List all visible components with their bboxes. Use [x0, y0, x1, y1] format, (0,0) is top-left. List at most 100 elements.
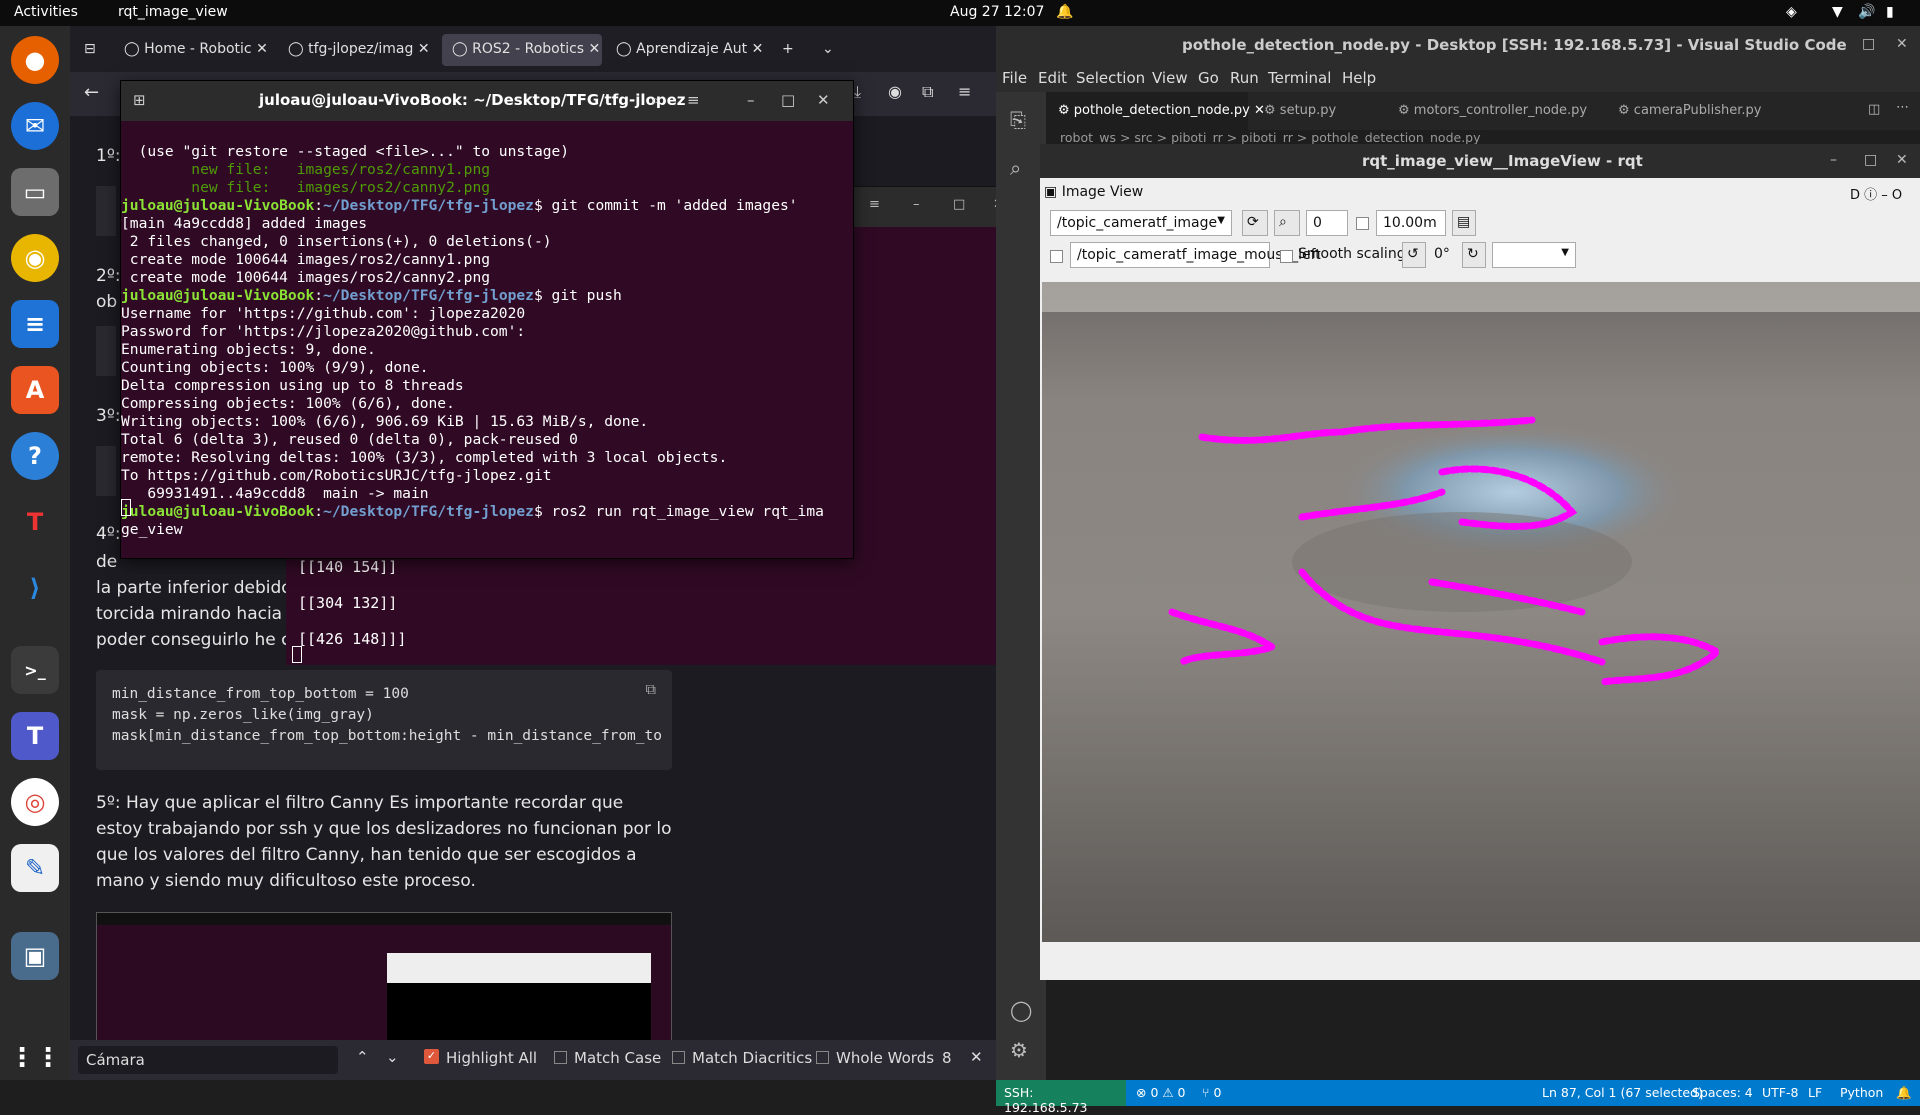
menu-icon[interactable]: ≡ — [869, 197, 880, 212]
tab-ros2[interactable]: ◯ ROS2 - Robotics ✕ — [442, 34, 602, 66]
mouse-publish-checkbox[interactable] — [1050, 250, 1063, 263]
new-tab-icon[interactable]: ⊞ — [133, 91, 146, 109]
remote-indicator[interactable]: SSH: 192.168.5.73 — [996, 1080, 1126, 1115]
indentation[interactable]: Spaces: 4 — [1692, 1085, 1753, 1100]
maximize-icon[interactable]: □ — [781, 91, 795, 109]
save-image-icon[interactable]: ▤ — [1452, 210, 1476, 236]
split-editor-icon[interactable]: ◫ — [1868, 102, 1880, 117]
highlight-all-label[interactable]: Highlight All — [446, 1049, 537, 1067]
vscode-icon[interactable]: ⟩ — [11, 564, 59, 612]
menu-view[interactable]: View — [1152, 69, 1188, 87]
language-mode[interactable]: Python — [1840, 1085, 1883, 1100]
eol[interactable]: LF — [1808, 1085, 1822, 1100]
bell-icon[interactable]: 🔔 — [1896, 1085, 1912, 1101]
match-case-checkbox[interactable] — [554, 1051, 567, 1064]
match-diacritics-checkbox[interactable] — [672, 1051, 685, 1064]
smooth-scaling-checkbox[interactable] — [1280, 250, 1293, 263]
menu-icon[interactable]: ≡ — [687, 91, 700, 109]
text-editor-icon[interactable]: ✎ — [11, 844, 59, 892]
terminal-2-titlebar[interactable]: ≡ – □ ✕ — [847, 187, 1021, 227]
refresh-topics-icon[interactable]: ⟳ — [1242, 210, 1268, 236]
tab-tfg[interactable]: ◯ tfg-jlopez/imag ✕ — [278, 34, 438, 66]
find-input[interactable]: Cámara — [78, 1046, 338, 1074]
show-apps-icon[interactable]: ⋮⋮ — [9, 1034, 61, 1082]
rhythmbox-icon[interactable]: ◉ — [11, 234, 59, 282]
encoding[interactable]: UTF-8 — [1762, 1085, 1798, 1100]
maximize-icon[interactable]: □ — [1862, 36, 1875, 52]
rotate-left-icon[interactable]: ↺ — [1402, 242, 1426, 268]
download-icon[interactable]: ⤓ — [854, 82, 861, 102]
terminal-titlebar[interactable]: ⊞ juloau@juloau-VivoBook: ~/Desktop/TFG/… — [121, 81, 853, 121]
topic-select[interactable]: /topic_cameratf_image ▼ — [1050, 210, 1232, 236]
software-icon[interactable]: A — [11, 366, 59, 414]
copy-icon[interactable]: ⧉ — [646, 680, 656, 701]
menu-run[interactable]: Run — [1230, 69, 1259, 87]
chrome-icon[interactable]: ◎ — [11, 778, 59, 826]
menu-icon[interactable]: ≡ — [958, 82, 971, 101]
tab-motors-controller[interactable]: ⚙ motors_controller_node.py — [1386, 92, 1596, 130]
dynamic-range-checkbox[interactable] — [1356, 217, 1369, 230]
match-diacritics-label[interactable]: Match Diacritics — [692, 1049, 812, 1067]
menu-terminal[interactable]: Terminal — [1268, 69, 1331, 87]
whole-words-checkbox[interactable] — [816, 1051, 829, 1064]
maximize-icon[interactable]: □ — [953, 197, 965, 212]
match-case-label[interactable]: Match Case — [574, 1049, 661, 1067]
breadcrumb[interactable]: robot_ws > src > piboti_rr > piboti_rr >… — [1060, 130, 1481, 145]
focused-app-name[interactable]: rqt_image_view — [118, 4, 228, 20]
battery-icon[interactable]: ▮ — [1886, 4, 1894, 20]
highlight-all-checkbox[interactable]: ✓ — [424, 1049, 439, 1064]
minimize-icon[interactable]: – — [1830, 152, 1837, 168]
tab-pothole-detection[interactable]: ⚙ pothole_detection_node.py ✕ — [1046, 92, 1265, 130]
teams-icon[interactable]: T — [11, 712, 59, 760]
close-icon[interactable]: ✕ — [1896, 36, 1908, 52]
smooth-scaling-label[interactable]: Smooth scaling — [1298, 246, 1406, 262]
texstudio-icon[interactable]: T — [11, 498, 59, 546]
explorer-icon[interactable]: ⎘ — [1010, 108, 1026, 132]
menu-selection[interactable]: Selection — [1076, 69, 1145, 87]
camera-image[interactable] — [1042, 282, 1920, 942]
zoom-spinbox[interactable]: 0 — [1306, 210, 1348, 236]
back-icon[interactable]: ← — [84, 82, 99, 103]
max-range-spinbox[interactable]: 10.00m — [1376, 210, 1446, 236]
close-icon[interactable]: ✕ — [970, 1048, 983, 1066]
volume-icon[interactable]: 🔊 — [1858, 4, 1875, 20]
extensions-icon[interactable]: ⧉ — [922, 82, 933, 102]
chevron-down-icon[interactable]: ⌄ — [812, 34, 836, 66]
minimize-icon[interactable]: – — [1826, 36, 1833, 52]
find-prev-icon[interactable]: ⌃ — [356, 1048, 369, 1066]
search-icon[interactable]: ⌕ — [1010, 156, 1021, 180]
minimize-icon[interactable]: – — [913, 197, 920, 212]
menu-file[interactable]: File — [1002, 69, 1027, 87]
activities-button[interactable]: Activities — [14, 4, 78, 20]
search-icon[interactable]: ⌕ — [651, 91, 659, 109]
problems-count[interactable]: ⊗ 0 ⚠ 0 — [1136, 1085, 1186, 1100]
menu-edit[interactable]: Edit — [1038, 69, 1067, 87]
menu-help[interactable]: Help — [1342, 69, 1376, 87]
teams-tray-icon[interactable]: ◈ — [1786, 4, 1797, 20]
account-icon[interactable]: ◯ — [1010, 998, 1032, 1022]
tab-camera-publisher[interactable]: ⚙ cameraPublisher.py — [1606, 92, 1776, 130]
color-scheme-select[interactable]: ▼ — [1492, 242, 1576, 268]
tab-home[interactable]: ◯ Home - Robotic ✕ — [114, 34, 274, 66]
help-icon[interactable]: ? — [11, 432, 59, 480]
firefox-icon[interactable]: ● — [11, 36, 59, 84]
rqt-titlebar[interactable]: rqt_image_view__ImageView - rqt – □ ✕ — [1040, 144, 1920, 178]
writer-icon[interactable]: ≡ — [11, 300, 59, 348]
dock-buttons[interactable]: D ⓘ – O — [1850, 184, 1902, 203]
new-tab-icon[interactable]: + — [772, 34, 796, 66]
zoom-icon[interactable]: ⌕ — [1274, 210, 1300, 236]
close-icon[interactable]: ✕ — [1896, 152, 1908, 168]
terminal-icon[interactable]: >_ — [11, 646, 59, 694]
image-viewer-icon[interactable]: ▣ — [11, 932, 59, 980]
close-icon[interactable]: ✕ — [817, 91, 830, 109]
bell-icon[interactable]: 🔔 — [1056, 4, 1073, 20]
tab-aprendizaje[interactable]: ◯ Aprendizaje Aut ✕ — [606, 34, 766, 66]
files-icon[interactable]: ▭ — [11, 168, 59, 216]
whole-words-label[interactable]: Whole Words — [836, 1049, 934, 1067]
terminal-window[interactable]: ⊞ juloau@juloau-VivoBook: ~/Desktop/TFG/… — [120, 80, 854, 559]
maximize-icon[interactable]: □ — [1864, 152, 1877, 168]
tab-setup[interactable]: ⚙ setup.py — [1252, 92, 1372, 130]
cursor-position[interactable]: Ln 87, Col 1 (67 selected) — [1542, 1085, 1703, 1100]
wifi-icon[interactable]: ▼ — [1832, 4, 1843, 20]
vscode-titlebar[interactable]: pothole_detection_node.py - Desktop [SSH… — [996, 26, 1920, 64]
